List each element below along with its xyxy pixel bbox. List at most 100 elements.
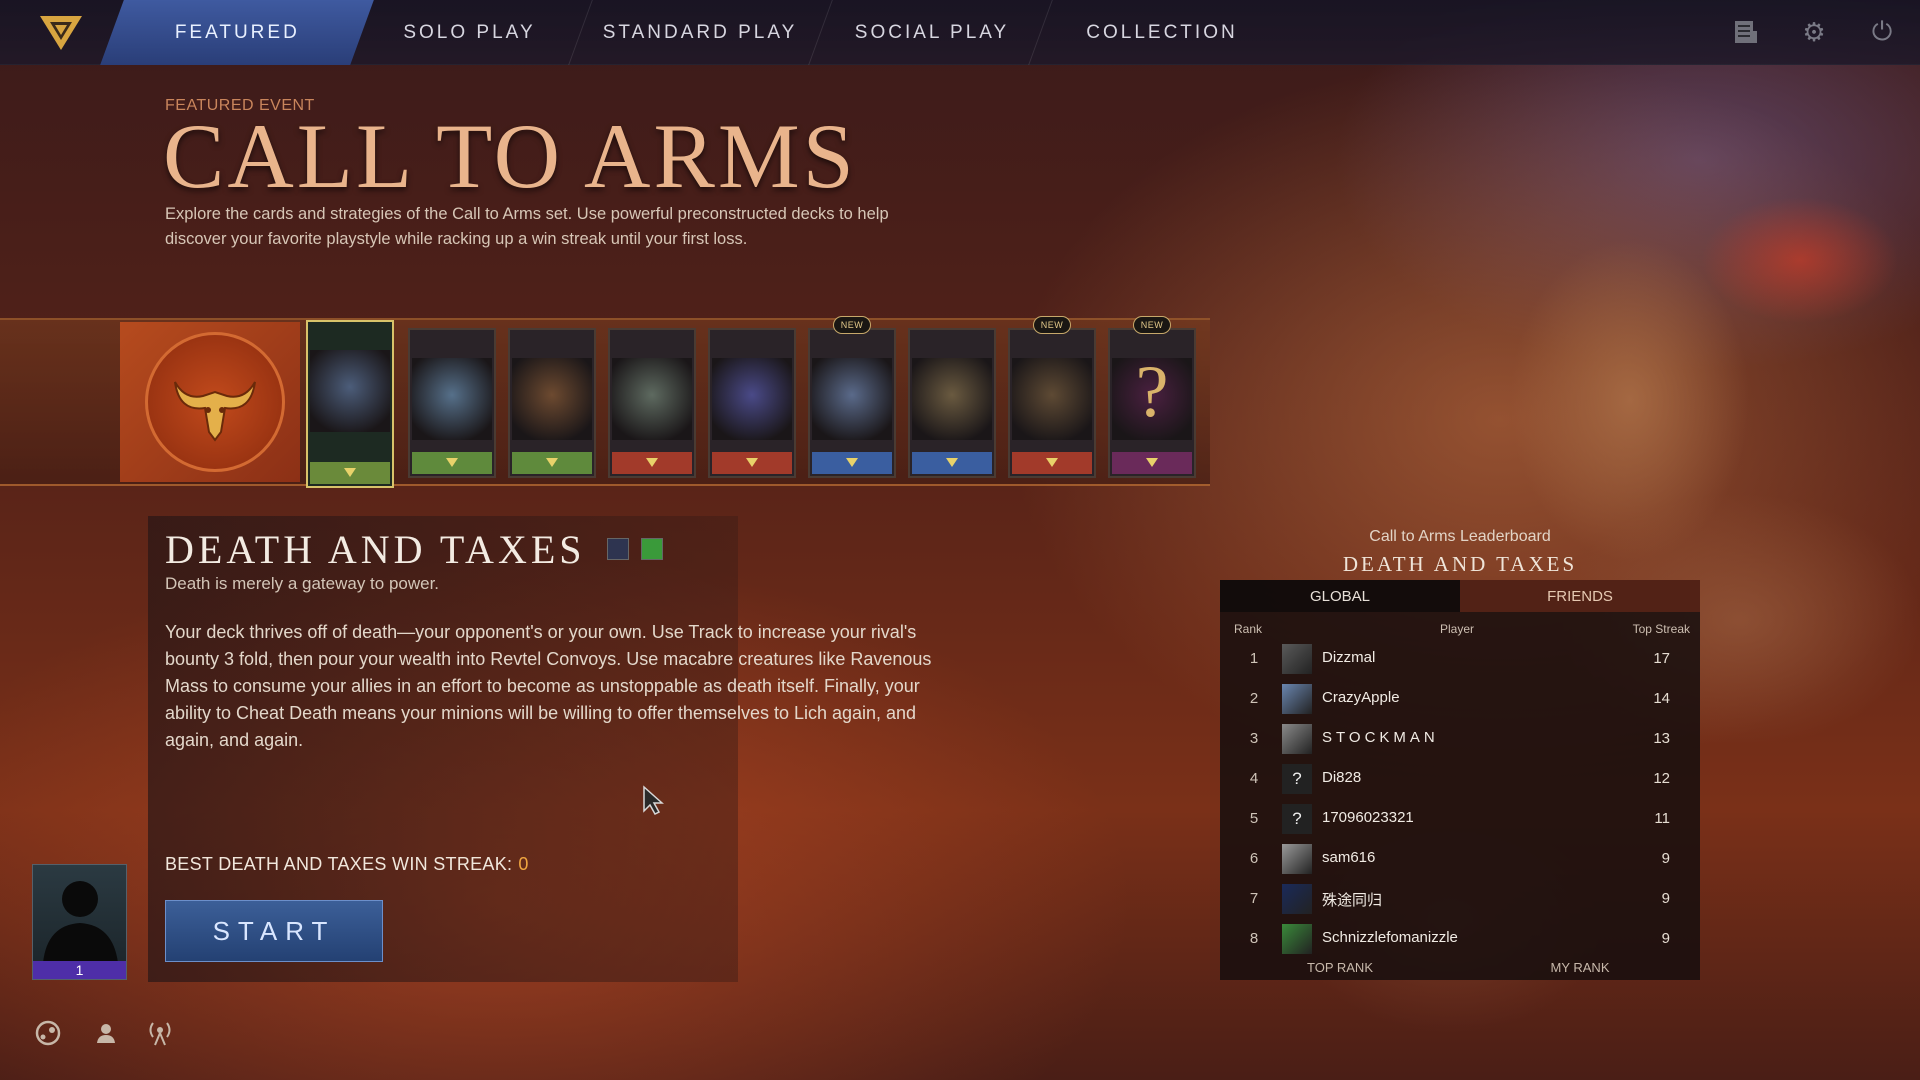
artifact-logo-icon[interactable] — [38, 12, 84, 52]
player-header: Player — [1440, 622, 1475, 636]
player-avatar: ? — [1282, 764, 1312, 794]
my-rank-button[interactable]: MY RANK — [1460, 960, 1700, 975]
player-silhouette-icon — [43, 881, 118, 963]
power-icon[interactable]: ⏻ — [1866, 16, 1898, 48]
rank-cell: 5 — [1249, 810, 1259, 827]
table-row[interactable]: 2 CrazyApple 14 — [1220, 680, 1700, 718]
deck-card-band — [912, 452, 992, 474]
deck-card[interactable] — [408, 328, 496, 478]
deck-card-band — [712, 452, 792, 474]
top-rank-button[interactable]: TOP RANK — [1220, 960, 1460, 975]
rank-cell: 4 — [1249, 770, 1259, 787]
player-avatar — [1282, 644, 1312, 674]
event-description: Explore the cards and strategies of the … — [165, 205, 889, 248]
player-name: CrazyApple — [1322, 689, 1400, 706]
table-row[interactable]: 7 殊途同归 9 — [1220, 880, 1700, 918]
win-streak-label: BEST DEATH AND TAXES WIN STREAK: — [165, 854, 513, 874]
deck-title: DEATH AND TAXES — [165, 527, 586, 572]
deck-card-band — [812, 452, 892, 474]
start-button[interactable]: START — [165, 900, 383, 962]
player-avatar — [1282, 844, 1312, 874]
player-avatar — [1282, 924, 1312, 954]
table-row[interactable]: 6 sam616 9 — [1220, 840, 1700, 878]
deck-color-swatch — [607, 538, 629, 560]
mouse-cursor-icon — [643, 785, 664, 815]
deck-card-art — [1012, 358, 1092, 440]
deck-card[interactable]: ? — [1108, 328, 1196, 478]
deck-card-band — [1112, 452, 1192, 474]
top-navigation: FEATURED SOLO PLAY STANDARD PLAY SOCIAL … — [0, 0, 1920, 65]
deck-card[interactable] — [908, 328, 996, 478]
tab-featured-label: FEATURED — [174, 21, 300, 43]
tab-featured[interactable]: FEATURED — [100, 0, 374, 65]
deck-card-art — [412, 358, 492, 440]
top-streak-header: Top Streak — [1632, 622, 1690, 636]
deck-card-band — [612, 452, 692, 474]
mystery-deck-icon: ? — [1135, 351, 1169, 433]
deck-card-band — [310, 462, 390, 484]
tab-collection-label: COLLECTION — [1086, 21, 1238, 43]
news-icon[interactable] — [1730, 16, 1762, 48]
player-avatar — [1282, 884, 1312, 914]
tab-standard-play-label: STANDARD PLAY — [602, 21, 798, 43]
friend-icon[interactable] — [91, 1018, 121, 1048]
player-level: 1 — [33, 961, 126, 979]
rank-cell: 3 — [1249, 730, 1259, 747]
deck-tagline: Death is merely a gateway to power. — [165, 574, 440, 593]
table-row[interactable]: 1 Dizzmal 17 — [1220, 640, 1700, 678]
player-name: sam616 — [1322, 849, 1376, 866]
rank-cell: 1 — [1249, 650, 1259, 667]
top-streak-cell: 9 — [1661, 930, 1670, 947]
deck-card[interactable] — [1008, 328, 1096, 478]
deck-card[interactable] — [708, 328, 796, 478]
deck-card[interactable] — [608, 328, 696, 478]
player-name: 殊途同归 — [1322, 892, 1383, 909]
win-streak-value: 0 — [518, 854, 529, 874]
leaderboard-panel: GLOBAL FRIENDS Rank Player Top Streak 1 D… — [1220, 580, 1700, 980]
top-streak-cell: 13 — [1653, 730, 1670, 747]
table-row[interactable]: 5? 17096023321 11 — [1220, 800, 1700, 838]
deck-card-band — [412, 452, 492, 474]
top-streak-cell: 14 — [1653, 690, 1670, 707]
player-avatar — [1282, 724, 1312, 754]
deck-card-art — [912, 358, 992, 440]
player-name: Dizzmal — [1322, 649, 1376, 666]
win-streak: BEST DEATH AND TAXES WIN STREAK: 0 — [165, 854, 529, 875]
leaderboard-subtitle: DEATH AND TAXES — [1342, 552, 1578, 576]
rank-cell: 7 — [1249, 890, 1259, 907]
tab-standard-play[interactable]: STANDARD PLAY — [590, 0, 810, 65]
top-streak-cell: 12 — [1653, 770, 1670, 787]
deck-color-swatch — [641, 538, 663, 560]
rank-cell: 6 — [1249, 850, 1259, 867]
deck-card-art — [310, 350, 390, 432]
gear-icon[interactable]: ⚙ — [1798, 16, 1830, 48]
deck-card[interactable] — [808, 328, 896, 478]
table-row[interactable]: 4? Di828 12 — [1220, 760, 1700, 798]
deck-card-band — [1012, 452, 1092, 474]
tab-friends[interactable]: FRIENDS — [1460, 580, 1700, 612]
top-streak-cell: 9 — [1661, 890, 1670, 907]
top-streak-cell: 11 — [1654, 810, 1670, 827]
deck-card-art — [812, 358, 892, 440]
tab-solo-play-label: SOLO PLAY — [403, 21, 536, 43]
new-badge: NEW — [1033, 316, 1071, 334]
leaderboard-caption: Call to Arms Leaderboard — [1369, 528, 1551, 545]
broadcast-icon[interactable] — [145, 1018, 175, 1048]
deck-card-art — [512, 358, 592, 440]
deck-card[interactable] — [508, 328, 596, 478]
avatar[interactable]: 1 — [32, 864, 127, 980]
tab-solo-play[interactable]: SOLO PLAY — [372, 0, 567, 65]
event-title: CALL TO ARMS — [163, 105, 857, 207]
steam-icon[interactable] — [33, 1018, 63, 1048]
tab-global[interactable]: GLOBAL — [1220, 580, 1460, 612]
top-streak-cell: 17 — [1653, 650, 1670, 667]
nav-divider — [808, 0, 833, 65]
table-row[interactable]: 8 Schnizzlefomanizzle 9 — [1220, 920, 1700, 958]
deck-card[interactable] — [306, 320, 394, 488]
tab-social-play[interactable]: SOCIAL PLAY — [832, 0, 1032, 65]
tab-collection[interactable]: COLLECTION — [1052, 0, 1272, 65]
player-avatar — [1282, 684, 1312, 714]
rank-cell: 2 — [1249, 690, 1259, 707]
new-badge: NEW — [1133, 316, 1171, 334]
table-row[interactable]: 3 STOCKMAN 13 — [1220, 720, 1700, 758]
